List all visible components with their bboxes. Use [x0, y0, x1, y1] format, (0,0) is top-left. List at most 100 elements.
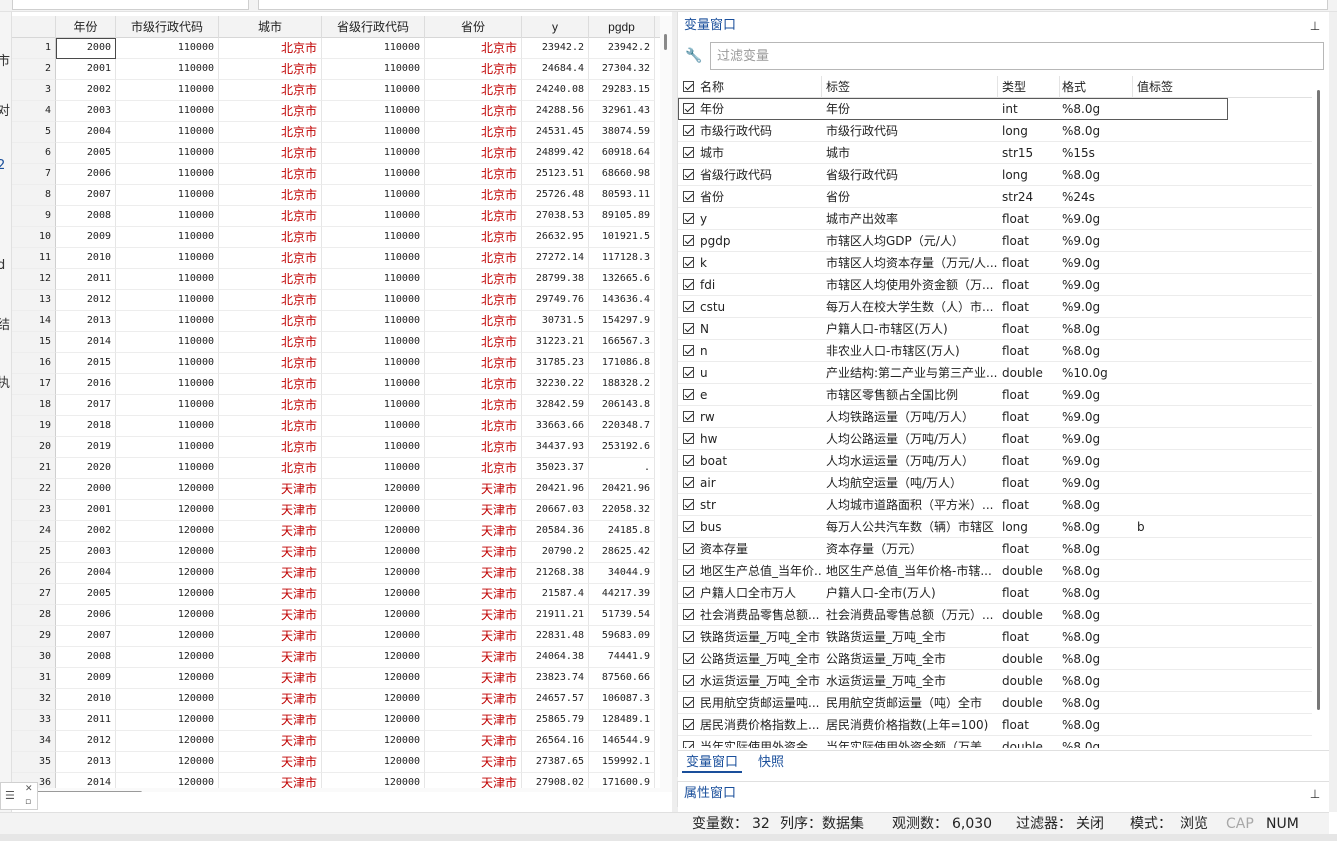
- cell-year[interactable]: 2016: [56, 374, 116, 395]
- variable-row[interactable]: 地区生产总值_当年价... 地区生产总值_当年价格-市辖... double %8.0…: [678, 560, 1312, 582]
- cell-y[interactable]: 20584.36: [522, 521, 589, 542]
- cell-city[interactable]: 北京市: [219, 59, 322, 80]
- cell-city-code[interactable]: 120000: [116, 668, 219, 689]
- variable-checkbox[interactable]: [683, 609, 694, 620]
- cell-city[interactable]: 北京市: [219, 374, 322, 395]
- pin-icon[interactable]: ⊥: [1309, 19, 1321, 33]
- cell-year[interactable]: 2013: [56, 752, 116, 773]
- cell-province[interactable]: 北京市: [425, 332, 522, 353]
- cell-city[interactable]: 北京市: [219, 185, 322, 206]
- list-icon[interactable]: ☰: [5, 789, 15, 802]
- cell-province[interactable]: 天津市: [425, 479, 522, 500]
- cell-province[interactable]: 北京市: [425, 248, 522, 269]
- cell-city[interactable]: 北京市: [219, 311, 322, 332]
- cell-pgdp[interactable]: 166567.3: [589, 332, 655, 353]
- variable-checkbox[interactable]: [683, 191, 694, 202]
- cell-y[interactable]: 25865.79: [522, 710, 589, 731]
- cell-province-code[interactable]: 120000: [322, 710, 425, 731]
- tab-snapshots[interactable]: 快照: [754, 753, 788, 773]
- variable-checkbox[interactable]: [683, 389, 694, 400]
- cell-province-code[interactable]: 120000: [322, 563, 425, 584]
- cell-city[interactable]: 天津市: [219, 563, 322, 584]
- variable-row[interactable]: 民用航空货邮运量吨... 民用航空货邮运量（吨）全市 double %8.0g: [678, 692, 1312, 714]
- table-row[interactable]: 7 2006 110000 北京市 110000 北京市 25123.51 68660.98: [12, 164, 674, 185]
- table-row[interactable]: 9 2008 110000 北京市 110000 北京市 27038.53 89105.89: [12, 206, 674, 227]
- cell-city-code[interactable]: 120000: [116, 752, 219, 773]
- cell-y[interactable]: 24288.56: [522, 101, 589, 122]
- cell-pgdp[interactable]: 24185.8: [589, 521, 655, 542]
- cell-province-code[interactable]: 120000: [322, 605, 425, 626]
- table-row[interactable]: 8 2007 110000 北京市 110000 北京市 25726.48 80593.11: [12, 185, 674, 206]
- variable-row[interactable]: 资本存量 资本存量（万元） float %8.0g: [678, 538, 1312, 560]
- table-row[interactable]: 10 2009 110000 北京市 110000 北京市 26632.95 101921.5: [12, 227, 674, 248]
- cell-province-code[interactable]: 110000: [322, 353, 425, 374]
- table-row[interactable]: 30 2008 120000 天津市 120000 天津市 24064.38 74441.9: [12, 647, 674, 668]
- cell-city-code[interactable]: 110000: [116, 416, 219, 437]
- cell-city-code[interactable]: 110000: [116, 206, 219, 227]
- cell-year[interactable]: 2018: [56, 416, 116, 437]
- cell-pgdp[interactable]: 51739.54: [589, 605, 655, 626]
- cell-province[interactable]: 北京市: [425, 59, 522, 80]
- variable-row[interactable]: 社会消费品零售总额... 社会消费品零售总额（万元）... double %8.0g: [678, 604, 1312, 626]
- cell-province-code[interactable]: 120000: [322, 752, 425, 773]
- cell-y[interactable]: 34437.93: [522, 437, 589, 458]
- cell-y[interactable]: 35023.37: [522, 458, 589, 479]
- variable-row[interactable]: 居民消费价格指数上... 居民消费价格指数(上年=100) float %8.0g: [678, 714, 1312, 736]
- cell-city[interactable]: 天津市: [219, 752, 322, 773]
- cell-city[interactable]: 北京市: [219, 80, 322, 101]
- cell-year[interactable]: 2017: [56, 395, 116, 416]
- cell-city-code[interactable]: 120000: [116, 500, 219, 521]
- header-type[interactable]: 类型: [998, 76, 1060, 98]
- cell-year[interactable]: 2009: [56, 227, 116, 248]
- cell-pgdp[interactable]: 68660.98: [589, 164, 655, 185]
- variable-checkbox[interactable]: [683, 719, 694, 730]
- cell-province[interactable]: 北京市: [425, 38, 522, 59]
- cell-city-code[interactable]: 120000: [116, 731, 219, 752]
- cell-province-code[interactable]: 120000: [322, 542, 425, 563]
- cell-y[interactable]: 21268.38: [522, 563, 589, 584]
- cell-pgdp[interactable]: 253192.6: [589, 437, 655, 458]
- variable-checkbox[interactable]: [683, 675, 694, 686]
- cell-city[interactable]: 天津市: [219, 626, 322, 647]
- cell-province-code[interactable]: 120000: [322, 731, 425, 752]
- variable-checkbox[interactable]: [683, 499, 694, 510]
- cell-province[interactable]: 天津市: [425, 563, 522, 584]
- variable-checkbox[interactable]: [683, 477, 694, 488]
- cell-province-code[interactable]: 110000: [322, 227, 425, 248]
- cell-y[interactable]: 20421.96: [522, 479, 589, 500]
- variable-row[interactable]: 年份 年份 int %8.0g: [678, 98, 1228, 120]
- cell-province-code[interactable]: 110000: [322, 143, 425, 164]
- table-row[interactable]: 16 2015 110000 北京市 110000 北京市 31785.23 171086.8: [12, 353, 674, 374]
- cell-year[interactable]: 2004: [56, 563, 116, 584]
- cell-y[interactable]: 26564.16: [522, 731, 589, 752]
- cell-pgdp[interactable]: 206143.8: [589, 395, 655, 416]
- variable-row[interactable]: air 人均航空运量（吨/万人） float %9.0g: [678, 472, 1312, 494]
- cell-year[interactable]: 2007: [56, 626, 116, 647]
- cell-province-code[interactable]: 120000: [322, 500, 425, 521]
- cell-city-code[interactable]: 110000: [116, 374, 219, 395]
- cell-year[interactable]: 2006: [56, 164, 116, 185]
- column-header[interactable]: 年份: [56, 16, 116, 38]
- cell-year[interactable]: 2008: [56, 647, 116, 668]
- cell-y[interactable]: 26632.95: [522, 227, 589, 248]
- cell-year[interactable]: 2012: [56, 731, 116, 752]
- variable-row[interactable]: cstu 每万人在校大学生数（人）市... float %9.0g: [678, 296, 1312, 318]
- cell-city-code[interactable]: 120000: [116, 479, 219, 500]
- cell-pgdp[interactable]: 128489.1: [589, 710, 655, 731]
- table-row[interactable]: 34 2012 120000 天津市 120000 天津市 26564.16 146544.9: [12, 731, 674, 752]
- cell-province[interactable]: 北京市: [425, 80, 522, 101]
- cell-city-code[interactable]: 110000: [116, 80, 219, 101]
- cell-year[interactable]: 2008: [56, 206, 116, 227]
- cell-city[interactable]: 天津市: [219, 647, 322, 668]
- cell-city[interactable]: 天津市: [219, 689, 322, 710]
- cell-city[interactable]: 北京市: [219, 290, 322, 311]
- table-row[interactable]: 4 2003 110000 北京市 110000 北京市 24288.56 32961.43: [12, 101, 674, 122]
- cell-y[interactable]: 24657.57: [522, 689, 589, 710]
- cell-y[interactable]: 23942.2: [522, 38, 589, 59]
- variable-checkbox[interactable]: [683, 345, 694, 356]
- variable-checkbox[interactable]: [683, 565, 694, 576]
- cell-province[interactable]: 天津市: [425, 584, 522, 605]
- variable-checkbox[interactable]: [683, 411, 694, 422]
- data-browser-grid[interactable]: 年份 市级行政代码 城市 省级行政代码 省份 y pgdp 1 2000 11000…: [12, 16, 674, 792]
- cell-province-code[interactable]: 110000: [322, 122, 425, 143]
